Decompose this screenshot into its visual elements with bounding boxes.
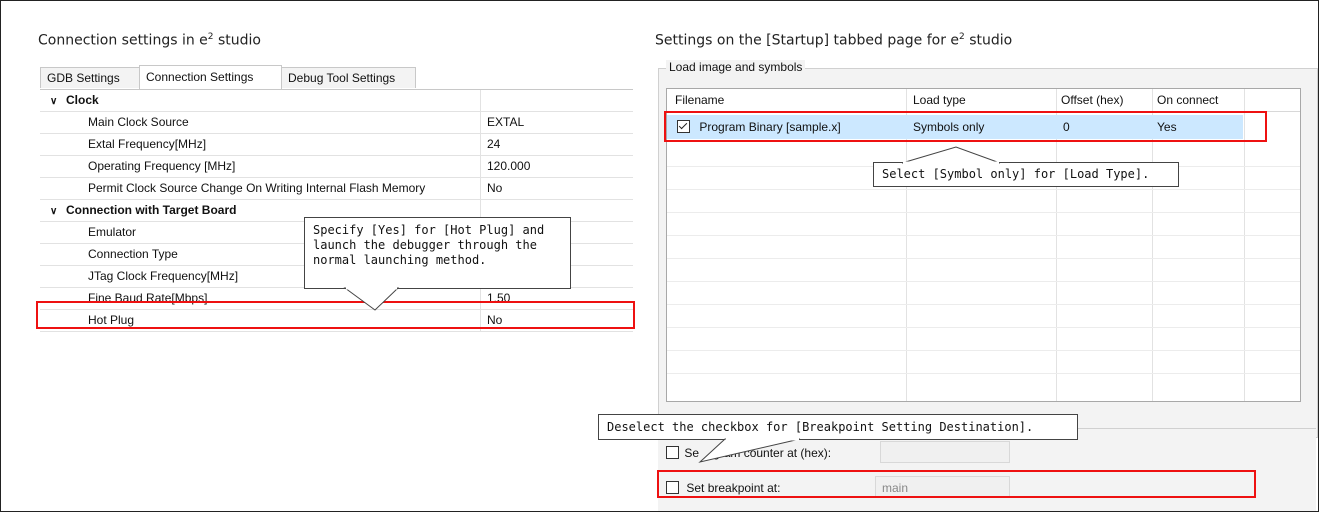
column-header-filename[interactable]: Filename bbox=[675, 93, 724, 107]
group-row-clock[interactable]: ∨ Clock bbox=[40, 90, 633, 112]
chevron-down-icon[interactable]: ∨ bbox=[50, 201, 60, 221]
property-value[interactable]: EXTAL bbox=[487, 112, 524, 133]
load-type-callout: Select [Symbol only] for [Load Type]. bbox=[873, 162, 1179, 187]
breakpoint-callout: Deselect the checkbox for [Breakpoint Se… bbox=[598, 414, 1078, 440]
callout-line: Specify [Yes] for [Hot Plug] and bbox=[313, 223, 545, 237]
hot-plug-highlight-box bbox=[36, 301, 635, 329]
column-header-offset[interactable]: Offset (hex) bbox=[1061, 93, 1123, 107]
group-label: Connection with Target Board bbox=[66, 203, 237, 217]
load-type-callout-pointer bbox=[901, 146, 1001, 164]
column-header-load-type[interactable]: Load type bbox=[913, 93, 966, 107]
property-row-operating-frequency[interactable]: Operating Frequency [MHz] 120.000 bbox=[40, 156, 633, 178]
tab-debug-tool-settings[interactable]: Debug Tool Settings bbox=[281, 67, 416, 88]
property-value[interactable]: No bbox=[487, 178, 502, 199]
property-name: Main Clock Source bbox=[40, 112, 481, 133]
property-name: Extal Frequency[MHz] bbox=[40, 134, 481, 155]
callout-line: normal launching method. bbox=[313, 253, 487, 267]
load-image-group-title: Load image and symbols bbox=[666, 60, 806, 74]
left-heading: Connection settings in e2 studio bbox=[38, 32, 261, 49]
property-row-permit-clock-source[interactable]: Permit Clock Source Change On Writing In… bbox=[40, 178, 633, 200]
tab-gdb-settings[interactable]: GDB Settings bbox=[40, 67, 140, 88]
right-heading-text: Settings on the [Startup] tabbed page fo… bbox=[655, 32, 960, 49]
right-heading-suffix: studio bbox=[964, 32, 1013, 49]
callout-line: launch the debugger through the bbox=[313, 238, 537, 252]
column-header-on-connect[interactable]: On connect bbox=[1157, 93, 1218, 107]
set-breakpoint-highlight-box bbox=[657, 470, 1256, 498]
program-binary-highlight-box bbox=[664, 111, 1267, 142]
property-value[interactable]: 24 bbox=[487, 134, 500, 155]
hot-plug-callout-pointer bbox=[343, 287, 400, 311]
left-heading-suffix: studio bbox=[213, 32, 261, 49]
program-counter-field[interactable] bbox=[880, 441, 1010, 463]
chevron-down-icon[interactable]: ∨ bbox=[50, 91, 60, 111]
right-heading: Settings on the [Startup] tabbed page fo… bbox=[655, 32, 1012, 49]
property-row-main-clock-source[interactable]: Main Clock Source EXTAL bbox=[40, 112, 633, 134]
property-value[interactable]: 120.000 bbox=[487, 156, 530, 177]
connection-property-table: ∨ Clock Main Clock Source EXTAL Extal Fre… bbox=[40, 89, 633, 332]
hot-plug-callout: Specify [Yes] for [Hot Plug] and launch … bbox=[304, 217, 571, 289]
set-program-counter-checkbox[interactable] bbox=[666, 446, 679, 459]
left-heading-text: Connection settings in e bbox=[38, 32, 208, 49]
property-name: Permit Clock Source Change On Writing In… bbox=[40, 178, 481, 199]
property-name: Operating Frequency [MHz] bbox=[40, 156, 481, 177]
property-row-extal-frequency[interactable]: Extal Frequency[MHz] 24 bbox=[40, 134, 633, 156]
group-label: Clock bbox=[66, 93, 99, 107]
breakpoint-callout-pointer bbox=[698, 438, 801, 463]
tab-connection-settings[interactable]: Connection Settings bbox=[139, 65, 282, 89]
